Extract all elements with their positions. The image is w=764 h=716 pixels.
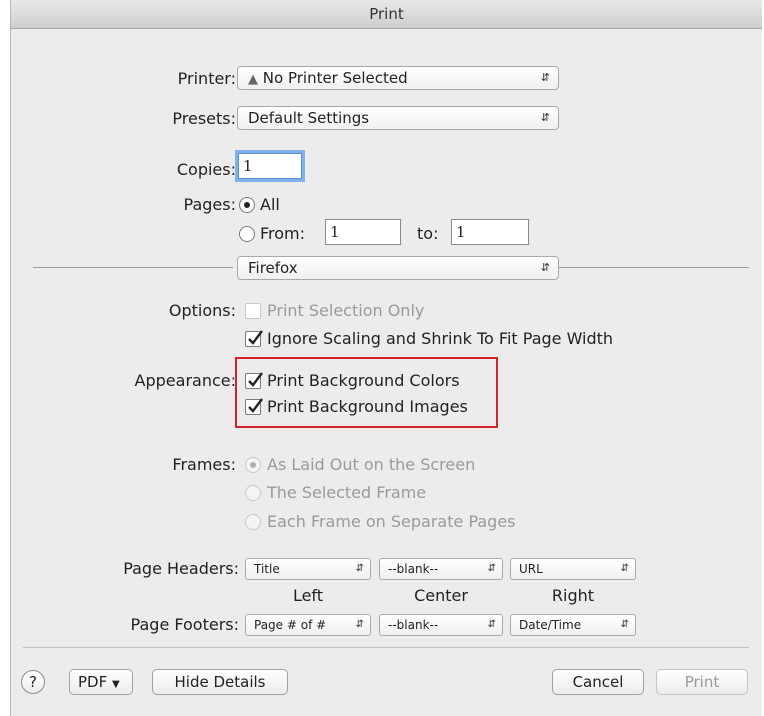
- print-bg-images-checkbox[interactable]: [245, 398, 263, 415]
- print-dialog: Print Printer: ▲ No Printer Selected ⇵ P…: [10, 0, 762, 716]
- copies-label: Copies:: [176, 160, 236, 179]
- cancel-button[interactable]: Cancel: [552, 669, 644, 695]
- popup-arrows-icon: ⇵: [620, 563, 629, 574]
- chevron-down-icon: ▼: [112, 679, 120, 690]
- popup-arrows-icon: ⇵: [620, 619, 629, 630]
- warning-triangle-icon: ▲: [248, 72, 258, 87]
- section-popup[interactable]: Firefox ⇵: [237, 256, 559, 280]
- help-button[interactable]: ?: [21, 670, 45, 694]
- pdf-label: PDF: [78, 673, 108, 691]
- popup-arrows-icon: ⇵: [355, 619, 364, 630]
- column-left-label: Left: [292, 586, 324, 605]
- print-selection-only-checkbox[interactable]: [245, 303, 261, 319]
- hide-details-button[interactable]: Hide Details: [152, 669, 288, 695]
- column-center-label: Center: [414, 586, 468, 605]
- frames-each-frame-radio[interactable]: [245, 514, 261, 530]
- window-title: Print: [11, 0, 762, 29]
- section-popup-value: Firefox: [248, 259, 298, 277]
- section-divider-right: [559, 267, 749, 268]
- popup-arrows-icon: ⇵: [540, 261, 550, 274]
- page-footers-label: Page Footers:: [130, 615, 239, 634]
- footer-right-value: Date/Time: [519, 618, 582, 632]
- printer-value: No Printer Selected: [262, 69, 408, 87]
- header-left-popup[interactable]: Title ⇵: [245, 558, 371, 580]
- checkmark-icon: [248, 330, 263, 345]
- pages-all-label: All: [260, 195, 280, 214]
- header-center-popup[interactable]: --blank-- ⇵: [379, 558, 503, 580]
- frames-label: Frames:: [172, 455, 236, 474]
- frames-as-laid-out-label: As Laid Out on the Screen: [267, 455, 476, 474]
- footer-left-value: Page # of #: [254, 618, 327, 632]
- options-label: Options:: [168, 301, 236, 320]
- copies-field[interactable]: 1: [238, 153, 302, 179]
- pdf-menu-button[interactable]: PDF ▼: [69, 669, 133, 695]
- popup-arrows-icon: ⇵: [487, 619, 496, 630]
- frames-as-laid-out-radio[interactable]: [245, 457, 261, 473]
- header-right-popup[interactable]: URL ⇵: [510, 558, 636, 580]
- checkmark-icon: [248, 398, 263, 413]
- popup-arrows-icon: ⇵: [540, 71, 550, 84]
- footer-right-popup[interactable]: Date/Time ⇵: [510, 614, 636, 636]
- pages-label: Pages:: [183, 195, 236, 214]
- presets-value: Default Settings: [248, 109, 370, 127]
- frames-selected-frame-label: The Selected Frame: [267, 483, 427, 502]
- print-bg-images-label: Print Background Images: [267, 397, 468, 416]
- header-center-value: --blank--: [388, 562, 439, 576]
- presets-label: Presets:: [172, 109, 236, 128]
- pages-from-label: From:: [260, 224, 306, 243]
- print-button[interactable]: Print: [656, 669, 748, 695]
- ignore-scaling-checkbox[interactable]: [245, 330, 263, 347]
- section-divider-left: [33, 267, 233, 268]
- print-selection-only-label: Print Selection Only: [267, 301, 425, 320]
- footer-center-popup[interactable]: --blank-- ⇵: [379, 614, 503, 636]
- pages-all-radio[interactable]: [239, 197, 255, 213]
- frames-each-frame-label: Each Frame on Separate Pages: [267, 512, 516, 531]
- pages-from-field[interactable]: 1: [325, 219, 401, 245]
- appearance-highlight-box: [235, 357, 498, 428]
- page-headers-label: Page Headers:: [123, 559, 239, 578]
- pages-to-field[interactable]: 1: [451, 219, 529, 245]
- appearance-label: Appearance:: [134, 371, 236, 390]
- column-right-label: Right: [551, 586, 595, 605]
- bottom-divider: [23, 647, 749, 648]
- popup-arrows-icon: ⇵: [487, 563, 496, 574]
- header-left-value: Title: [254, 562, 280, 576]
- presets-popup[interactable]: Default Settings ⇵: [237, 106, 559, 130]
- popup-arrows-icon: ⇵: [540, 111, 550, 124]
- checkmark-icon: [248, 372, 263, 387]
- pages-to-label: to:: [417, 224, 439, 243]
- footer-left-popup[interactable]: Page # of # ⇵: [245, 614, 371, 636]
- ignore-scaling-label: Ignore Scaling and Shrink To Fit Page Wi…: [267, 329, 614, 348]
- printer-popup[interactable]: ▲ No Printer Selected ⇵: [237, 66, 559, 90]
- print-bg-colors-label: Print Background Colors: [267, 371, 460, 390]
- printer-label: Printer:: [177, 69, 236, 88]
- header-right-value: URL: [519, 562, 543, 576]
- print-bg-colors-checkbox[interactable]: [245, 372, 263, 389]
- frames-selected-frame-radio[interactable]: [245, 485, 261, 501]
- footer-center-value: --blank--: [388, 618, 439, 632]
- popup-arrows-icon: ⇵: [355, 563, 364, 574]
- pages-from-radio[interactable]: [239, 226, 255, 242]
